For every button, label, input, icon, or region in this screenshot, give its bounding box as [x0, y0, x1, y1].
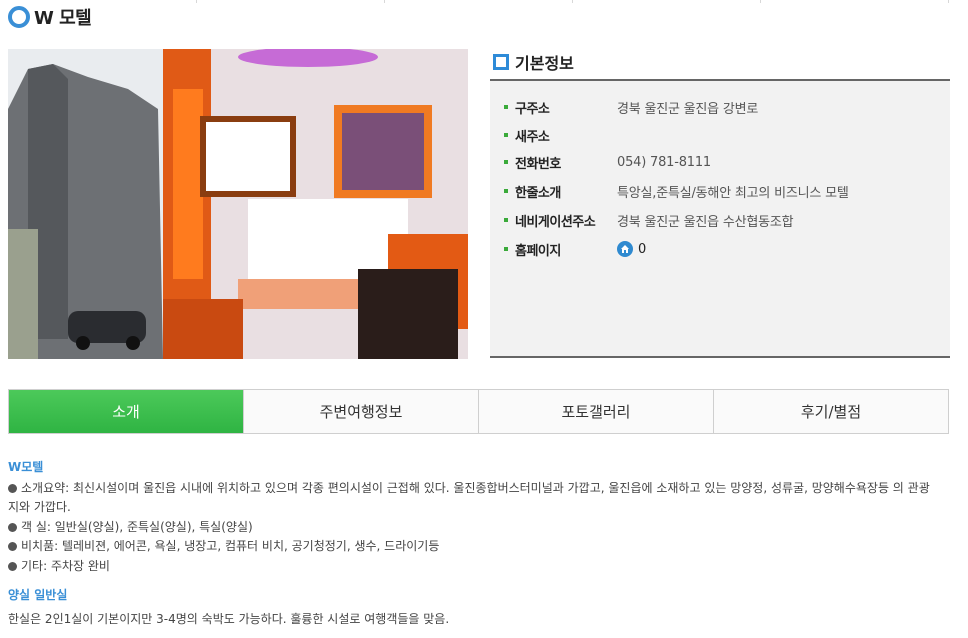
- tab-photo-gallery[interactable]: 포토갤러리: [478, 390, 713, 433]
- info-label: 한줄소개: [515, 185, 561, 201]
- page-title: W 모텔: [34, 8, 92, 29]
- info-row-old-address: 구주소 경북 울진군 울진읍 강변로: [504, 97, 758, 117]
- intro-text: 소개요약: 최신시설이며 울진읍 시내에 위치하고 있으며 각종 편의시설이 근…: [21, 480, 930, 495]
- tab-reviews[interactable]: 후기/별점: [713, 390, 948, 433]
- intro-text: 기타: 주차장 완비: [21, 558, 110, 573]
- homepage-value[interactable]: 0: [638, 242, 646, 257]
- bullet-dot-icon: [8, 542, 17, 551]
- intro-line: 객 실: 일반실(양실), 준특실(양실), 특실(양실): [8, 518, 953, 538]
- tab-intro[interactable]: 소개: [9, 390, 243, 433]
- bullet-dot-icon: [8, 561, 17, 571]
- homepage-link[interactable]: 0: [617, 241, 646, 257]
- info-value: 경북 울진군 울진읍 강변로: [617, 101, 759, 117]
- info-label: 홈페이지: [515, 243, 561, 259]
- bullet-dot-icon: [8, 522, 17, 532]
- info-row-new-address: 새주소: [504, 125, 617, 145]
- bullet-icon: [504, 189, 508, 193]
- basic-info-panel: 기본정보 구주소 경북 울진군 울진읍 강변로 새주소 전화번호 054) 78…: [490, 45, 950, 358]
- intro-text: 지와 가깝다.: [8, 500, 71, 514]
- home-icon[interactable]: [617, 241, 633, 257]
- info-row-intro: 한줄소개 특앙실,준특실/동해안 최고의 비즈니스 모텔: [504, 181, 849, 201]
- bullet-icon: [504, 105, 508, 109]
- top-divider-strip: [0, 0, 968, 3]
- intro-text: 객 실: 일반실(양실), 준특실(양실), 특실(양실): [21, 519, 253, 534]
- basic-info-body: 구주소 경북 울진군 울진읍 강변로 새주소 전화번호 054) 781-811…: [490, 81, 950, 358]
- info-label: 구주소: [515, 101, 550, 117]
- bullet-icon: [504, 133, 508, 137]
- info-label: 네비게이션주소: [515, 214, 596, 230]
- square-icon: [493, 54, 509, 70]
- info-row-phone: 전화번호 054) 781-8111: [504, 152, 711, 172]
- motel-photo-image: [8, 49, 468, 359]
- bullet-dot-icon: [8, 483, 17, 493]
- motel-photo: [8, 49, 468, 359]
- intro-line: 비치품: 텔레비젼, 에어콘, 욕실, 냉장고, 컴퓨터 비치, 공기청정기, …: [8, 537, 953, 557]
- bullet-icon: [504, 247, 508, 251]
- tab-nearby-travel[interactable]: 주변여행정보: [243, 390, 478, 433]
- info-row-homepage: 홈페이지 0: [504, 239, 646, 259]
- bullet-icon: [504, 160, 508, 164]
- bullet-icon: [504, 218, 508, 222]
- info-label: 새주소: [515, 129, 550, 145]
- basic-info-header: 기본정보: [490, 45, 950, 81]
- intro-line: 기타: 주차장 완비: [8, 557, 953, 577]
- info-value: 054) 781-8111: [617, 154, 712, 170]
- section-title-room: 양실 일반실: [8, 588, 68, 602]
- intro-text: 비치품: 텔레비젼, 에어콘, 욕실, 냉장고, 컴퓨터 비치, 공기청정기, …: [21, 539, 440, 553]
- section-title-motel: W모텔: [8, 460, 44, 474]
- intro-content: W모텔 소개요약: 최신시설이며 울진읍 시내에 위치하고 있으며 각종 편의시…: [8, 458, 953, 629]
- tab-bar: 소개 주변여행정보 포토갤러리 후기/별점: [8, 389, 949, 434]
- intro-line: 소개요약: 최신시설이며 울진읍 시내에 위치하고 있으며 각종 편의시설이 근…: [8, 479, 953, 499]
- info-label: 전화번호: [515, 156, 561, 172]
- page-title-row: W 모텔: [8, 5, 92, 29]
- info-value: 경북 울진군 울진읍 수산협동조합: [617, 214, 794, 230]
- basic-info-title: 기본정보: [515, 54, 574, 73]
- intro-line: 지와 가깝다.: [8, 498, 953, 518]
- info-value: 특앙실,준특실/동해안 최고의 비즈니스 모텔: [617, 185, 849, 201]
- ring-icon: [8, 6, 30, 28]
- info-row-navigation: 네비게이션주소 경북 울진군 울진읍 수산협동조합: [504, 210, 794, 230]
- room-description: 한실은 2인1실이 기본이지만 3-4명의 숙박도 가능하다. 훌륭한 시설로 …: [8, 611, 450, 626]
